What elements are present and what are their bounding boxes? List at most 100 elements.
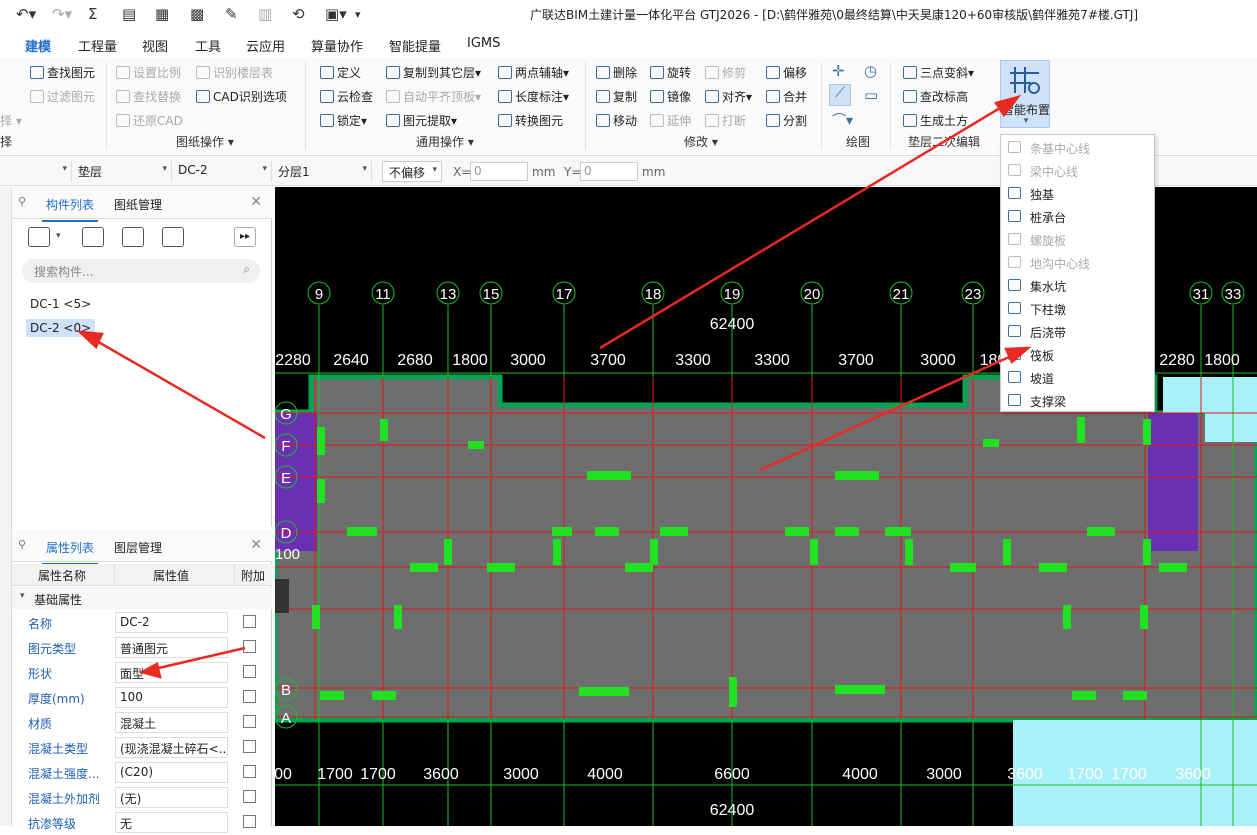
set-scale-button[interactable]: 设置比例	[116, 64, 181, 81]
menu-item-smart-place[interactable]: 坡道	[1001, 366, 1154, 389]
trash-icon[interactable]	[122, 227, 144, 247]
tab-component-list[interactable]: 构件列表	[41, 196, 99, 222]
menu-item-smart-place[interactable]: 桩承台	[1001, 205, 1154, 228]
tab-cloud[interactable]: 云应用	[246, 36, 285, 55]
delete-button[interactable]: 删除	[596, 64, 637, 81]
menu-item-smart-place[interactable]: 集水坑	[1001, 274, 1154, 297]
extra-checkbox[interactable]	[243, 640, 256, 653]
menu-item-smart-place[interactable]: 下柱墩	[1001, 297, 1154, 320]
property-row[interactable]: 图元类型 普通图元	[12, 635, 272, 660]
extra-checkbox[interactable]	[243, 690, 256, 703]
find-replace-button[interactable]: 查找替换	[116, 88, 181, 105]
line-draw-icon[interactable]: ⟋	[829, 84, 851, 106]
tab-smart-extract[interactable]: 智能提量	[389, 36, 441, 55]
convert-button[interactable]: 转换图元	[498, 112, 563, 129]
offset-select[interactable]: 不偏移 ▾	[382, 161, 442, 182]
split-button[interactable]: 分割	[766, 112, 807, 129]
property-row[interactable]: 厚度(mm) 100	[12, 685, 272, 710]
align-button[interactable]: 对齐▾	[705, 88, 752, 105]
menu-item-smart-place[interactable]: 螺旋板	[1001, 228, 1154, 251]
tab-property-list[interactable]: 属性列表	[41, 539, 99, 565]
select-dropdown[interactable]: 择 ▾	[0, 112, 22, 129]
report-icon[interactable]: ▤	[122, 5, 136, 23]
identify-floor-button[interactable]: 识别楼层表	[196, 64, 273, 81]
property-row[interactable]: 抗渗等级 无	[12, 810, 272, 835]
stack-icon[interactable]: ▥	[258, 5, 272, 23]
extra-checkbox[interactable]	[243, 790, 256, 803]
menu-item-smart-place[interactable]: 条基中心线	[1001, 136, 1154, 159]
property-row[interactable]: 混凝土外加剂 (无)	[12, 785, 272, 810]
menu-item-smart-place[interactable]: 后浇带	[1001, 320, 1154, 343]
menu-item-smart-place[interactable]: 梁中心线	[1001, 159, 1154, 182]
lock-button[interactable]: 锁定▾	[320, 112, 367, 129]
component-select[interactable]: DC-2 ▾	[172, 161, 272, 182]
new-component-icon[interactable]	[28, 227, 50, 247]
x-input[interactable]: 0	[470, 162, 528, 181]
extra-checkbox[interactable]	[243, 740, 256, 753]
extract-button[interactable]: 图元提取▾	[386, 112, 457, 129]
copy-to-other-floor-button[interactable]: 复制到其它层▾	[386, 64, 481, 81]
break-button[interactable]: 打断	[705, 112, 746, 129]
category-select[interactable]: 垫层 ▾	[72, 161, 172, 182]
property-value-input[interactable]: 普通图元	[115, 637, 228, 658]
table-icon[interactable]: ▦	[155, 5, 169, 23]
menu-item-smart-place[interactable]: 地沟中心线	[1001, 251, 1154, 274]
arc-draw-icon[interactable]: ⌒▾	[832, 110, 853, 130]
property-row[interactable]: 形状 面型	[12, 660, 272, 685]
extra-checkbox[interactable]	[243, 615, 256, 628]
close-icon[interactable]: ✕	[250, 537, 262, 553]
property-value-input[interactable]: 100	[115, 687, 228, 708]
component-search-input[interactable]: 搜索构件... ⌕	[22, 259, 260, 283]
property-row[interactable]: 混凝土类型 (现浇混凝土碎石<...	[12, 735, 272, 760]
extra-checkbox[interactable]	[243, 765, 256, 778]
property-value-input[interactable]: 无	[115, 812, 228, 833]
property-value-input[interactable]: (无)	[115, 787, 228, 808]
close-icon[interactable]: ✕	[250, 194, 262, 210]
menu-item-smart-place[interactable]: 独基	[1001, 182, 1154, 205]
property-value-input[interactable]: 面型	[115, 662, 228, 683]
tab-view[interactable]: 视图	[142, 36, 168, 55]
property-value-input[interactable]: DC-2	[115, 612, 228, 633]
smart-place-button[interactable]: 智能布置 ▾	[1000, 60, 1050, 128]
menu-item-smart-place[interactable]: 支撑梁	[1001, 389, 1154, 412]
property-row[interactable]: 材质 混凝土	[12, 710, 272, 735]
property-value-input[interactable]: (C20)	[115, 762, 228, 783]
section-basic[interactable]: ▾ 基础属性	[12, 587, 272, 609]
mirror-button[interactable]: 镜像	[650, 88, 691, 105]
tab-layer-management[interactable]: 图层管理	[114, 539, 162, 556]
copy-component-icon[interactable]	[82, 227, 104, 247]
tab-collab[interactable]: 算量协作	[311, 36, 363, 55]
auto-flat-button[interactable]: 自动平齐顶板▾	[386, 88, 481, 105]
three-point-slope-button[interactable]: 三点变斜▾	[903, 64, 974, 81]
pen-icon[interactable]: ✎	[225, 5, 238, 23]
pin-icon[interactable]: ⚲	[18, 538, 26, 551]
y-input[interactable]: 0	[580, 162, 638, 181]
property-row[interactable]: 名称 DC-2	[12, 610, 272, 635]
length-dim-button[interactable]: 长度标注▾	[498, 88, 569, 105]
menu-item-smart-place[interactable]: 筏板	[1001, 343, 1154, 366]
sum-icon[interactable]: Σ	[88, 5, 97, 23]
customize-icon[interactable]: ▾	[355, 8, 361, 21]
cad-options-button[interactable]: CAD识别选项	[196, 88, 287, 105]
property-row[interactable]: 混凝土强度... (C20)	[12, 760, 272, 785]
modify-group-label[interactable]: 修改 ▾	[684, 133, 718, 150]
tab-tools[interactable]: 工具	[195, 36, 221, 55]
redo-icon[interactable]: ↷▾	[52, 5, 72, 23]
extra-checkbox[interactable]	[243, 665, 256, 678]
tab-drawing-management[interactable]: 图纸管理	[114, 196, 162, 213]
generate-earth-button[interactable]: 生成土方	[903, 112, 968, 129]
sync-icon[interactable]: ⟲	[292, 5, 305, 23]
drawing-group-label[interactable]: 图纸操作 ▾	[176, 133, 234, 150]
pin-icon[interactable]: ⚲	[18, 195, 26, 208]
tab-igms[interactable]: IGMS	[467, 36, 500, 51]
chevron-down-icon[interactable]: ▾	[56, 231, 61, 241]
filter-element-button[interactable]: 过滤图元	[30, 88, 95, 105]
expand-icon[interactable]: ▸▸	[234, 227, 256, 247]
tab-quantity[interactable]: 工程量	[78, 36, 117, 55]
cloud-check-button[interactable]: 云检查	[320, 88, 373, 105]
property-value-input[interactable]: 混凝土	[115, 712, 228, 733]
two-point-axis-button[interactable]: 两点辅轴▾	[498, 64, 569, 81]
extend-button[interactable]: 延伸	[650, 112, 691, 129]
component-item[interactable]: DC-1 <5>	[26, 295, 95, 313]
trim-button[interactable]: 修剪	[705, 64, 746, 81]
